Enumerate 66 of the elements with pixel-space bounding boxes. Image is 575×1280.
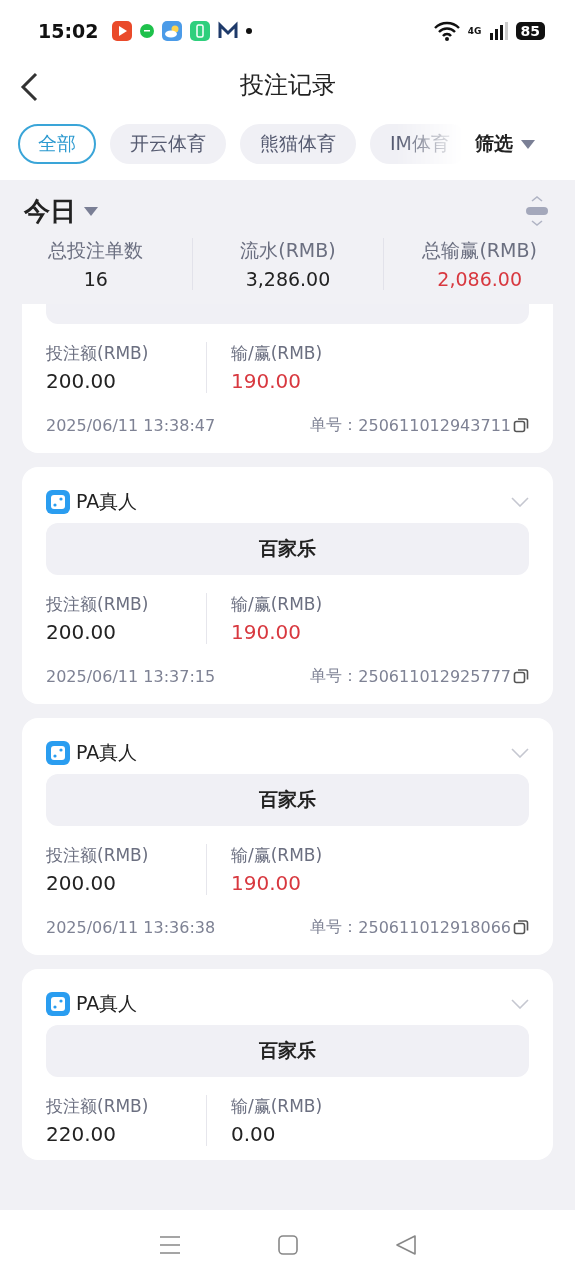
collapse-icon[interactable] xyxy=(525,195,549,227)
venue-name: PA真人 xyxy=(76,489,138,514)
stake-label: 投注额(RMB) xyxy=(46,342,150,365)
result-value: 190.00 xyxy=(231,369,302,393)
result-label: 输/赢(RMB) xyxy=(231,844,324,867)
copy-icon[interactable] xyxy=(513,668,529,684)
result-label: 输/赢(RMB) xyxy=(231,1095,324,1118)
order-label: 单号： xyxy=(310,665,359,687)
result-label: 输/赢(RMB) xyxy=(231,593,324,616)
order-number: 250611012918066 xyxy=(358,917,511,937)
result-value: 190.00 xyxy=(231,620,302,644)
venue-name: PA真人 xyxy=(76,740,138,765)
summary-label: 总输赢(RMB) xyxy=(422,238,537,263)
status-time: 15:02 xyxy=(38,20,99,42)
summary-label: 流水(RMB) xyxy=(240,238,336,263)
result-value: 0.00 xyxy=(231,1122,277,1146)
game-name: 百家乐 xyxy=(46,774,529,826)
dice-icon xyxy=(46,490,70,514)
bet-time: 2025/06/11 13:37:15 xyxy=(46,666,216,686)
chevron-down-icon[interactable] xyxy=(511,497,529,507)
summary-value: 16 xyxy=(83,268,108,290)
summary-value: 3,286.00 xyxy=(245,268,331,290)
order-number: 250611012925777 xyxy=(358,666,511,686)
venue-name: PA真人 xyxy=(76,991,138,1016)
filter-button[interactable]: 筛选 xyxy=(463,131,535,157)
bet-time: 2025/06/11 13:36:38 xyxy=(46,917,216,937)
order-label: 单号： xyxy=(310,414,359,436)
summary-value: 2,086.00 xyxy=(437,268,522,290)
stake-value: 200.00 xyxy=(46,871,117,895)
period-dropdown[interactable]: 今日 xyxy=(24,193,98,229)
stake-value: 200.00 xyxy=(46,620,117,644)
stake-label: 投注额(RMB) xyxy=(46,844,150,867)
stake-label: 投注额(RMB) xyxy=(46,593,150,616)
network-type: 4G xyxy=(467,26,482,36)
filter-tab[interactable]: 全部 xyxy=(18,124,96,164)
result-label: 输/赢(RMB) xyxy=(231,342,324,365)
chevron-down-icon[interactable] xyxy=(511,999,529,1009)
chat-app-icon xyxy=(140,24,155,38)
stake-value: 220.00 xyxy=(46,1122,117,1146)
filter-tab[interactable]: 熊猫体育 xyxy=(240,124,356,164)
order-label: 单号： xyxy=(310,916,359,938)
summary-label: 总投注单数 xyxy=(48,238,144,263)
caret-icon xyxy=(84,206,98,216)
phone-app-icon xyxy=(190,21,211,41)
filter-tab[interactable]: 开云体育 xyxy=(110,124,226,164)
order-number: 250611012943711 xyxy=(358,415,511,435)
dot-icon xyxy=(246,28,253,34)
caret-icon xyxy=(521,139,535,149)
weather-app-icon xyxy=(162,21,183,41)
play-app-icon xyxy=(112,21,133,41)
copy-icon[interactable] xyxy=(513,919,529,935)
dice-icon xyxy=(46,741,70,765)
dice-icon xyxy=(46,992,70,1016)
battery-level: 85 xyxy=(515,22,545,40)
game-name: 百家乐 xyxy=(46,523,529,575)
page-title: 投注记录 xyxy=(239,70,336,101)
copy-icon[interactable] xyxy=(513,417,529,433)
mail-app-icon xyxy=(218,21,239,41)
stake-label: 投注额(RMB) xyxy=(46,1095,150,1118)
bet-time: 2025/06/11 13:38:47 xyxy=(46,415,216,435)
wifi-icon xyxy=(433,21,460,41)
game-name: 百家乐 xyxy=(46,1025,529,1077)
chevron-down-icon[interactable] xyxy=(511,748,529,758)
result-value: 190.00 xyxy=(231,871,302,895)
signal-icon xyxy=(489,22,508,40)
stake-value: 200.00 xyxy=(46,369,117,393)
